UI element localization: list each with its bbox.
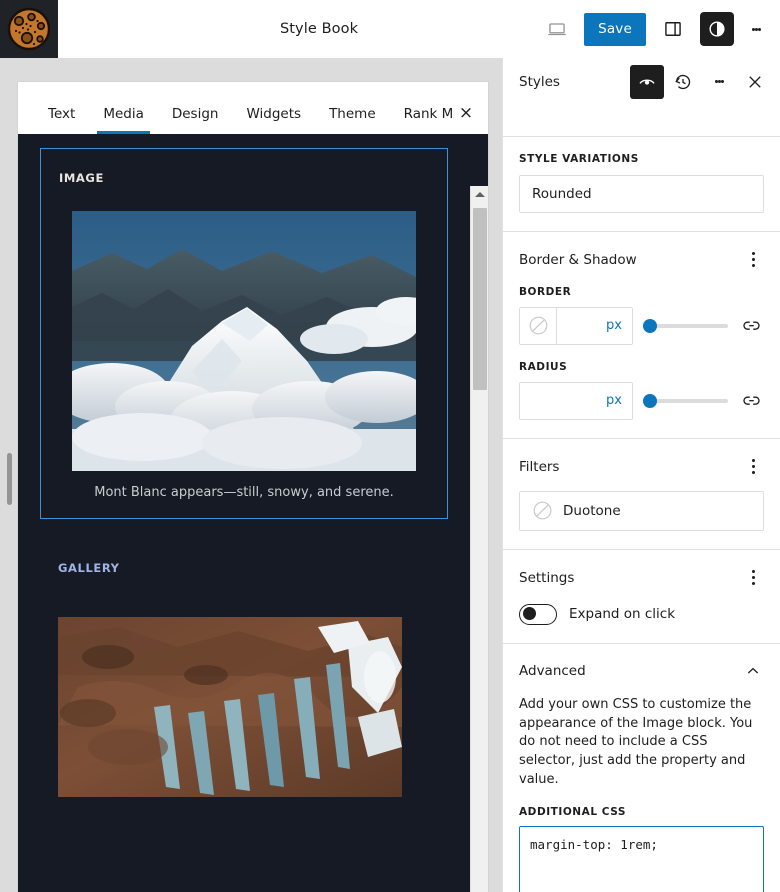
image-block[interactable]: IMAGE Mont Blanc appears—still, snowy, a… bbox=[40, 148, 448, 519]
gallery-block[interactable]: GALLERY bbox=[40, 561, 448, 801]
glacier-satellite-photo bbox=[58, 617, 402, 797]
border-color-swatch-none-icon[interactable] bbox=[520, 307, 557, 344]
image-caption: Mont Blanc appears—still, snowy, and ser… bbox=[94, 485, 394, 500]
panel-top-divider bbox=[503, 106, 780, 137]
canvas-scrollbar[interactable] bbox=[470, 186, 488, 892]
expand-on-click-label: Expand on click bbox=[569, 606, 676, 623]
style-book-canvas: IMAGE Mont Blanc appears—still, snowy, a… bbox=[18, 134, 488, 892]
close-icon[interactable] bbox=[738, 65, 772, 99]
radius-label: RADIUS bbox=[519, 360, 568, 373]
settings-kebab-icon[interactable] bbox=[742, 566, 764, 590]
scrollbar-thumb[interactable] bbox=[473, 208, 487, 390]
scroll-up-arrow-icon[interactable] bbox=[471, 186, 488, 203]
radius-slider[interactable] bbox=[643, 382, 728, 420]
chevron-up-icon[interactable] bbox=[742, 660, 764, 682]
styles-panel-title: Styles bbox=[519, 73, 560, 90]
filters-title: Filters bbox=[519, 458, 560, 475]
style-variation-rounded[interactable]: Rounded bbox=[519, 174, 764, 213]
desktop-preview-icon[interactable] bbox=[540, 12, 574, 46]
duotone-label: Duotone bbox=[563, 502, 621, 519]
tab-design[interactable]: Design bbox=[158, 107, 233, 135]
block-category-tabs: Text Media Design Widgets Theme Rank Má … bbox=[18, 82, 488, 134]
close-stylebook-icon[interactable]: × bbox=[454, 101, 478, 125]
expand-on-click-toggle[interactable] bbox=[519, 603, 557, 625]
style-book-editor: Style Book Save Text Media Design Widget… bbox=[0, 0, 780, 892]
border-slider-knob[interactable] bbox=[643, 318, 657, 333]
advanced-title: Advanced bbox=[519, 662, 586, 679]
mont-blanc-photo bbox=[72, 211, 416, 471]
gallery-block-label: GALLERY bbox=[58, 561, 120, 575]
radius-unit-px[interactable]: px bbox=[520, 383, 632, 419]
tab-theme[interactable]: Theme bbox=[315, 107, 390, 135]
cookie-icon bbox=[7, 7, 51, 51]
save-button[interactable]: Save bbox=[584, 12, 646, 46]
editor-workspace: Text Media Design Widgets Theme Rank Má … bbox=[0, 58, 502, 892]
image-block-label: IMAGE bbox=[59, 171, 104, 185]
tab-rank-math[interactable]: Rank Má bbox=[390, 108, 452, 135]
page-title: Style Book bbox=[279, 21, 359, 37]
gallery-photo-container bbox=[40, 617, 448, 801]
border-width-slider[interactable] bbox=[643, 307, 728, 345]
radius-control-row: px bbox=[519, 381, 764, 420]
advanced-section: Advanced Add your own CSS to customize t… bbox=[503, 644, 780, 892]
radius-slider-knob[interactable] bbox=[643, 393, 657, 408]
styles-panel-body: STYLE VARIATIONS Rounded Border & Shadow… bbox=[503, 137, 780, 892]
duotone-control[interactable]: Duotone bbox=[519, 490, 764, 531]
border-shadow-section: Border & Shadow BORDER px RADIUS px bbox=[503, 232, 780, 439]
revisions-history-icon[interactable] bbox=[666, 65, 700, 99]
editor-frame: Text Media Design Widgets Theme Rank Má … bbox=[18, 82, 488, 892]
tab-text[interactable]: Text bbox=[34, 107, 89, 135]
settings-section: Settings Expand on click bbox=[503, 550, 780, 644]
tab-widgets[interactable]: Widgets bbox=[232, 107, 315, 135]
sidebar-panel-icon[interactable] bbox=[656, 12, 690, 46]
border-shadow-title: Border & Shadow bbox=[519, 251, 637, 268]
settings-title: Settings bbox=[519, 569, 575, 586]
border-control-row: px bbox=[519, 306, 764, 345]
top-toolbar-actions: Save bbox=[540, 12, 780, 46]
site-logo-button[interactable] bbox=[0, 0, 58, 58]
styles-sidebar: Styles STYLE VARIATIONS Rounded Border &… bbox=[502, 58, 780, 892]
additional-css-textarea[interactable] bbox=[519, 825, 764, 892]
canvas-content: IMAGE Mont Blanc appears—still, snowy, a… bbox=[18, 134, 470, 892]
unlink-corners-icon[interactable] bbox=[738, 386, 764, 416]
filters-section: Filters Duotone bbox=[503, 439, 780, 550]
styles-panel-header: Styles bbox=[503, 58, 780, 106]
style-variations-section: STYLE VARIATIONS Rounded bbox=[503, 137, 780, 232]
tab-media[interactable]: Media bbox=[89, 107, 158, 135]
top-toolbar: Style Book Save bbox=[0, 0, 780, 58]
advanced-description: Add your own CSS to customize the appear… bbox=[519, 696, 753, 788]
border-shadow-kebab-icon[interactable] bbox=[742, 248, 764, 272]
expand-on-click-row: Expand on click bbox=[519, 603, 764, 625]
border-label: BORDER bbox=[519, 285, 572, 298]
duotone-swatch-none-icon bbox=[533, 501, 552, 520]
additional-css-label: ADDITIONAL CSS bbox=[519, 805, 626, 818]
kebab-menu-icon[interactable] bbox=[744, 12, 768, 46]
border-unit-px[interactable]: px bbox=[557, 308, 632, 344]
unlink-sides-icon[interactable] bbox=[738, 311, 764, 341]
preview-eye-icon[interactable] bbox=[630, 64, 664, 99]
border-width-field[interactable]: px bbox=[519, 306, 633, 345]
radius-field[interactable]: px bbox=[519, 381, 633, 420]
panel-resize-column bbox=[0, 58, 18, 892]
style-variations-label: STYLE VARIATIONS bbox=[519, 152, 639, 165]
filters-kebab-icon[interactable] bbox=[742, 455, 764, 479]
contrast-styles-icon[interactable] bbox=[700, 12, 734, 46]
kebab-menu-icon[interactable] bbox=[702, 65, 736, 99]
resize-drag-handle[interactable] bbox=[7, 453, 12, 505]
